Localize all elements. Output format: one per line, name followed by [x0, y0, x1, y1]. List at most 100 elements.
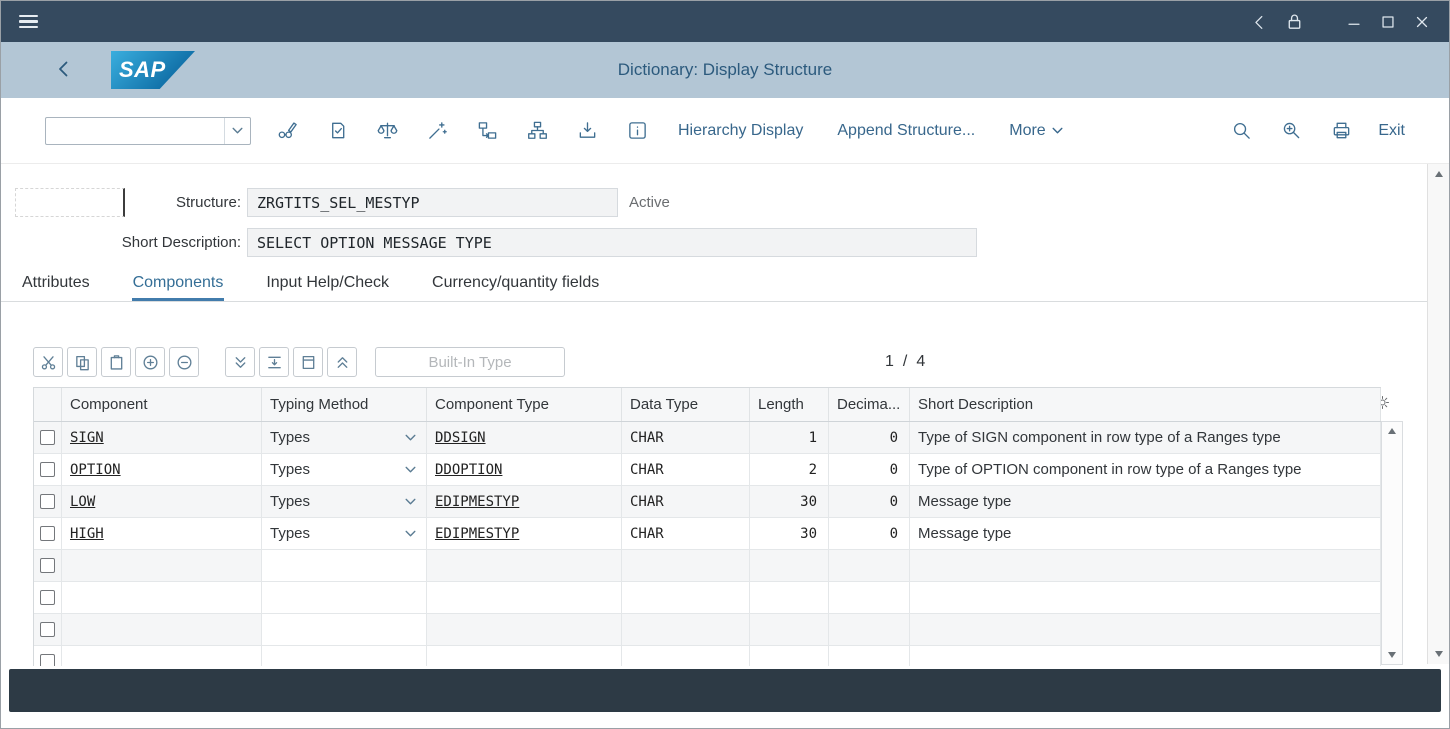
where-used-button[interactable] — [477, 120, 498, 141]
column-header-typing-method[interactable]: Typing Method — [262, 388, 427, 421]
column-header-data-type[interactable]: Data Type — [622, 388, 750, 421]
row-select-checkbox[interactable] — [40, 558, 55, 573]
sap-logo-text: SAP — [111, 57, 166, 83]
search-plus-icon — [1281, 120, 1302, 141]
scroll-down-button[interactable] — [1434, 650, 1444, 658]
typing-method-cell[interactable] — [262, 582, 427, 613]
typing-method-select[interactable]: Types — [262, 422, 427, 453]
component-type-link[interactable]: DDOPTION — [435, 462, 502, 478]
component-link[interactable]: SIGN — [70, 430, 104, 446]
tab-components[interactable]: Components — [132, 267, 225, 301]
component-link[interactable]: LOW — [70, 494, 95, 510]
typing-method-select[interactable]: Types — [262, 486, 427, 517]
typing-method-cell[interactable] — [262, 614, 427, 645]
insert-row-button[interactable] — [259, 347, 289, 377]
search-button[interactable] — [1231, 120, 1252, 141]
typing-method-cell[interactable] — [262, 550, 427, 581]
sap-gui-window: SAP Dictionary: Display Structure — [0, 0, 1450, 729]
check-button[interactable] — [327, 120, 348, 141]
expand-all-button[interactable] — [225, 347, 255, 377]
hierarchy-button[interactable] — [527, 120, 548, 141]
column-header-component-type[interactable]: Component Type — [427, 388, 622, 421]
search-more-button[interactable] — [1281, 120, 1302, 141]
exit-button[interactable]: Exit — [1378, 122, 1405, 140]
chevron-down-icon — [1052, 127, 1063, 135]
component-type-cell[interactable] — [427, 582, 622, 613]
add-row-button[interactable] — [135, 347, 165, 377]
lock-icon — [1285, 12, 1304, 31]
header-back-button[interactable] — [53, 58, 75, 80]
row-select-checkbox[interactable] — [40, 494, 55, 509]
component-type-link[interactable]: EDIPMESTYP — [435, 494, 519, 510]
append-structure-button[interactable]: Append Structure... — [837, 122, 975, 140]
row-select-checkbox[interactable] — [40, 622, 55, 637]
column-header-length[interactable]: Length — [750, 388, 829, 421]
minimize-button[interactable] — [1337, 7, 1371, 37]
collapse-all-button[interactable] — [327, 347, 357, 377]
structure-value: ZRGTITS_SEL_MESTYP — [257, 194, 420, 212]
copy-button[interactable] — [67, 347, 97, 377]
row-select-checkbox[interactable] — [40, 654, 55, 666]
hierarchy-display-button[interactable]: Hierarchy Display — [678, 122, 803, 140]
chevron-down-icon[interactable] — [224, 118, 250, 144]
tab-currency-quantity-fields[interactable]: Currency/quantity fields — [431, 267, 600, 301]
row-select-checkbox[interactable] — [40, 462, 55, 477]
display-change-button[interactable] — [277, 120, 298, 141]
component-link[interactable]: HIGH — [70, 526, 104, 542]
table-row-empty — [34, 646, 1381, 666]
table-scrollbar[interactable] — [1381, 421, 1403, 665]
length-cell: 2 — [750, 454, 829, 485]
lock-button[interactable] — [1277, 7, 1311, 37]
table-row: LOW Types EDIPMESTYP CHAR 30 0 Message t… — [34, 486, 1381, 518]
tab-attributes[interactable]: Attributes — [21, 267, 91, 301]
triangle-up-icon — [1388, 428, 1396, 434]
scroll-up-button[interactable] — [1434, 170, 1444, 178]
builtin-type-button[interactable]: Built-In Type — [375, 347, 565, 377]
import-button[interactable] — [577, 120, 598, 141]
structure-input[interactable]: ZRGTITS_SEL_MESTYP — [247, 188, 618, 217]
more-button[interactable]: More — [1009, 122, 1062, 140]
overview-button[interactable] — [293, 347, 323, 377]
activate-button[interactable] — [427, 120, 448, 141]
tab-input-help-check[interactable]: Input Help/Check — [265, 267, 390, 301]
column-header-component[interactable]: Component — [62, 388, 262, 421]
row-select-checkbox[interactable] — [40, 430, 55, 445]
column-header-short-description[interactable]: Short Description — [910, 388, 1381, 421]
menu-button[interactable] — [11, 7, 45, 37]
compare-button[interactable] — [377, 120, 398, 141]
short-description-input[interactable]: SELECT OPTION MESSAGE TYPE — [247, 228, 977, 257]
column-header-decimals[interactable]: Decima... — [829, 388, 910, 421]
component-type-cell[interactable] — [427, 646, 622, 666]
component-link[interactable]: OPTION — [70, 462, 121, 478]
page-scrollbar[interactable] — [1427, 164, 1449, 664]
remove-row-button[interactable] — [169, 347, 199, 377]
scroll-up-button[interactable] — [1387, 427, 1397, 435]
command-field[interactable] — [45, 117, 251, 145]
cut-button[interactable] — [33, 347, 63, 377]
component-cell[interactable] — [62, 550, 262, 581]
close-button[interactable] — [1405, 7, 1439, 37]
typing-method-select[interactable]: Types — [262, 454, 427, 485]
row-select-checkbox[interactable] — [40, 590, 55, 605]
back-button[interactable] — [1243, 7, 1277, 37]
component-type-cell[interactable] — [427, 550, 622, 581]
select-cell — [34, 582, 62, 613]
more-label: More — [1009, 122, 1045, 140]
typing-method-cell[interactable] — [262, 646, 427, 666]
component-cell[interactable] — [62, 646, 262, 666]
maximize-button[interactable] — [1371, 7, 1405, 37]
data-type-cell: CHAR — [622, 486, 750, 517]
paste-button[interactable] — [101, 347, 131, 377]
component-type-link[interactable]: EDIPMESTYP — [435, 526, 519, 542]
chevron-down-icon — [405, 466, 416, 474]
scroll-down-button[interactable] — [1387, 651, 1397, 659]
info-button[interactable] — [627, 120, 648, 141]
component-cell[interactable] — [62, 582, 262, 613]
typing-method-select[interactable]: Types — [262, 518, 427, 549]
component-type-cell[interactable] — [427, 614, 622, 645]
component-cell: HIGH — [62, 518, 262, 549]
component-cell[interactable] — [62, 614, 262, 645]
row-select-checkbox[interactable] — [40, 526, 55, 541]
component-type-link[interactable]: DDSIGN — [435, 430, 486, 446]
print-button[interactable] — [1331, 120, 1352, 141]
